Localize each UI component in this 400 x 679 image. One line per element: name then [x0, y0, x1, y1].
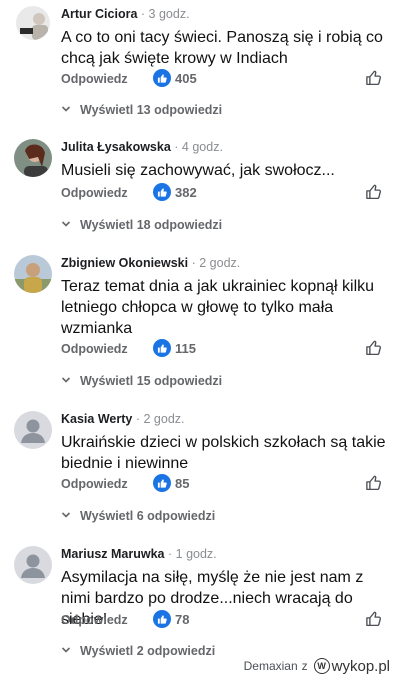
timestamp[interactable]: 3 godz.	[149, 7, 190, 21]
timestamp[interactable]: 2 godz.	[199, 256, 240, 270]
author-name[interactable]: Julita Łysakowska	[61, 140, 171, 154]
comment-meta: Artur Ciciora · 3 godz.	[61, 7, 190, 21]
chevron-down-icon	[61, 372, 71, 390]
reply-button[interactable]: Odpowiedz	[61, 613, 128, 627]
thumbs-up-outline-icon[interactable]	[365, 610, 383, 633]
thumbs-up-filled-icon	[153, 339, 171, 357]
thumbs-up-outline-icon[interactable]	[365, 183, 383, 206]
thumbs-up-outline-icon[interactable]	[365, 69, 383, 92]
meta-separator: ·	[135, 412, 140, 426]
like-count: 382	[175, 184, 197, 200]
comment-meta: Julita Łysakowska · 4 godz.	[61, 140, 223, 154]
comment-actions: Odpowiedz 85	[61, 474, 391, 496]
watermark-site: wykop.pl	[331, 657, 390, 675]
timestamp[interactable]: 2 godz.	[143, 412, 184, 426]
thumbs-up-filled-icon	[153, 610, 171, 628]
like-summary[interactable]: 382	[153, 183, 197, 201]
thumbs-up-filled-icon	[153, 183, 171, 201]
thumbs-up-filled-icon	[153, 69, 171, 87]
timestamp[interactable]: 4 godz.	[182, 140, 223, 154]
comment-text: Ukraińskie dzieci w polskich szkołach są…	[61, 434, 386, 472]
avatar[interactable]	[16, 6, 50, 40]
chevron-down-icon	[61, 507, 71, 525]
comment-text: Teraz temat dnia a jak ukrainiec kopnął …	[61, 278, 375, 337]
chevron-down-icon	[61, 642, 71, 660]
view-replies-label: Wyświetl 15 odpowiedzi	[80, 374, 223, 388]
comment-meta: Kasia Werty · 2 godz.	[61, 412, 185, 426]
thumbs-up-filled-icon	[153, 474, 171, 492]
meta-separator: ·	[168, 547, 173, 561]
meta-separator: ·	[174, 140, 179, 154]
view-replies-label: Wyświetl 13 odpowiedzi	[80, 103, 223, 117]
chevron-down-icon	[61, 101, 71, 119]
like-count: 115	[175, 340, 196, 356]
timestamp[interactable]: 1 godz.	[176, 547, 217, 561]
like-count: 405	[175, 70, 197, 86]
wykop-logo: W wykop.pl	[313, 657, 390, 675]
like-count: 78	[175, 611, 190, 627]
comment-text: Musieli się zachowywać, jak swołocz...	[61, 162, 335, 179]
view-replies-link[interactable]: Wyświetl 2 odpowiedzi	[61, 642, 215, 660]
watermark-via: z	[301, 659, 308, 673]
like-summary[interactable]: 405	[153, 69, 197, 87]
author-name[interactable]: Mariusz Maruwka	[61, 547, 165, 561]
reply-button[interactable]: Odpowiedz	[61, 477, 128, 491]
comment-actions: Odpowiedz 405	[61, 69, 391, 91]
avatar[interactable]	[14, 255, 52, 293]
avatar[interactable]	[14, 411, 52, 449]
thumbs-up-outline-icon[interactable]	[365, 474, 383, 497]
view-replies-label: Wyświetl 18 odpowiedzi	[80, 218, 223, 232]
comment-text: A co to oni tacy świeci. Panoszą się i r…	[61, 29, 383, 67]
author-name[interactable]: Zbigniew Okoniewski	[61, 256, 188, 270]
view-replies-link[interactable]: Wyświetl 13 odpowiedzi	[61, 101, 222, 119]
author-name[interactable]: Kasia Werty	[61, 412, 132, 426]
wykop-watermark: Demaxian z W wykop.pl	[244, 656, 390, 676]
reply-button[interactable]: Odpowiedz	[61, 72, 128, 86]
view-replies-link[interactable]: Wyświetl 6 odpowiedzi	[61, 507, 215, 525]
reply-button[interactable]: Odpowiedz	[61, 186, 128, 200]
thumbs-up-outline-icon[interactable]	[365, 339, 383, 362]
comment-meta: Zbigniew Okoniewski · 2 godz.	[61, 256, 240, 270]
like-summary[interactable]: 85	[153, 474, 189, 492]
wykop-logo-icon: W	[313, 658, 330, 674]
author-name[interactable]: Artur Ciciora	[61, 7, 137, 21]
comment-actions: Odpowiedz 382	[61, 183, 391, 205]
comment-actions: Odpowiedz 115	[61, 339, 391, 361]
watermark-user: Demaxian	[243, 659, 298, 673]
meta-separator: ·	[191, 256, 196, 270]
chevron-down-icon	[61, 216, 71, 234]
like-count: 85	[175, 475, 190, 491]
view-replies-label: Wyświetl 2 odpowiedzi	[80, 644, 216, 658]
like-summary[interactable]: 78	[153, 610, 189, 628]
meta-separator: ·	[140, 7, 146, 21]
view-replies-label: Wyświetl 6 odpowiedzi	[80, 509, 216, 523]
view-replies-link[interactable]: Wyświetl 18 odpowiedzi	[61, 216, 222, 234]
like-summary[interactable]: 115	[153, 339, 196, 357]
reply-button[interactable]: Odpowiedz	[61, 342, 128, 356]
comment-actions: Odpowiedz 78	[61, 610, 391, 632]
avatar[interactable]	[14, 139, 52, 177]
comment-meta: Mariusz Maruwka · 1 godz.	[61, 547, 217, 561]
view-replies-link[interactable]: Wyświetl 15 odpowiedzi	[61, 372, 222, 390]
avatar[interactable]	[14, 546, 52, 584]
